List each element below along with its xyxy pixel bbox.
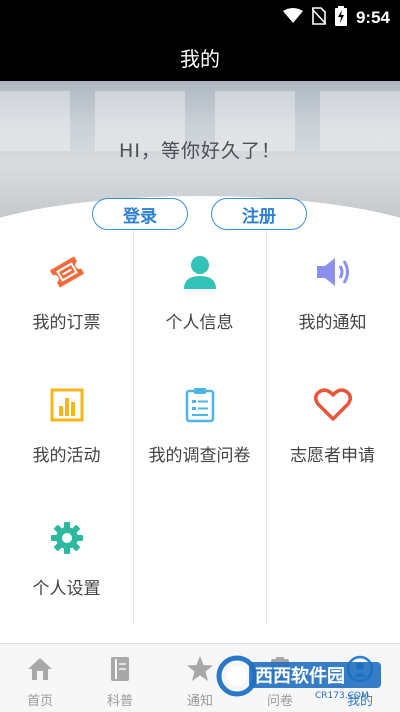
menu-item-settings[interactable]: 个人设置: [0, 496, 133, 629]
menu-label: 我的通知: [298, 313, 367, 333]
battery-charging-icon: [334, 6, 347, 30]
menu-item-volunteer-apply[interactable]: 志愿者申请: [266, 363, 399, 496]
person-icon: [178, 250, 222, 294]
tab-science[interactable]: 科普: [80, 644, 160, 712]
menu-item-my-activities[interactable]: 我的活动: [0, 363, 133, 496]
profile-banner: HI，等你好久了！: [0, 81, 400, 223]
menu-label: 我的订票: [32, 313, 101, 333]
clock: 9:54: [355, 8, 390, 27]
tab-label: 通知: [186, 694, 213, 709]
watermark-text: 西西软件园: [255, 665, 345, 687]
login-button[interactable]: 登录: [92, 198, 188, 230]
menu-label: 个人设置: [32, 579, 101, 599]
book-icon: [105, 654, 135, 684]
watermark: 西西软件园 CR173.COM: [215, 652, 385, 701]
register-button[interactable]: 注册: [211, 198, 307, 230]
bar-chart-icon: [45, 383, 89, 427]
ticket-icon: [45, 250, 89, 294]
speaker-icon: [311, 250, 355, 294]
gear-icon: [45, 516, 89, 560]
home-icon: [25, 654, 55, 684]
menu-item-personal-info[interactable]: 个人信息: [133, 230, 266, 363]
clipboard-icon: [178, 383, 222, 427]
tab-label: 科普: [106, 694, 133, 709]
menu-item-my-tickets[interactable]: 我的订票: [0, 230, 133, 363]
heart-icon: [311, 383, 355, 427]
tab-label: 首页: [26, 694, 53, 709]
status-bar: 9:54: [0, 0, 400, 33]
menu-item-my-notices[interactable]: 我的通知: [266, 230, 399, 363]
menu-label: 个人信息: [165, 313, 234, 333]
page-title: 我的: [0, 33, 400, 81]
menu-label: 我的调查问卷: [148, 446, 251, 466]
no-sim-icon: [311, 7, 327, 29]
watermark-sub: CR173.COM: [315, 691, 369, 700]
menu-item-my-surveys[interactable]: 我的调查问卷: [133, 363, 266, 496]
greeting-text: HI，等你好久了！: [119, 140, 281, 162]
menu-grid: 我的订票 个人信息 我的通知 我的活动 我的调查问卷 志愿者申请 个人设置: [0, 230, 400, 630]
menu-label: 志愿者申请: [290, 446, 375, 466]
tab-home[interactable]: 首页: [0, 644, 80, 712]
star-icon: [185, 654, 215, 684]
wifi-icon: [282, 8, 303, 28]
menu-label: 我的活动: [32, 446, 101, 466]
